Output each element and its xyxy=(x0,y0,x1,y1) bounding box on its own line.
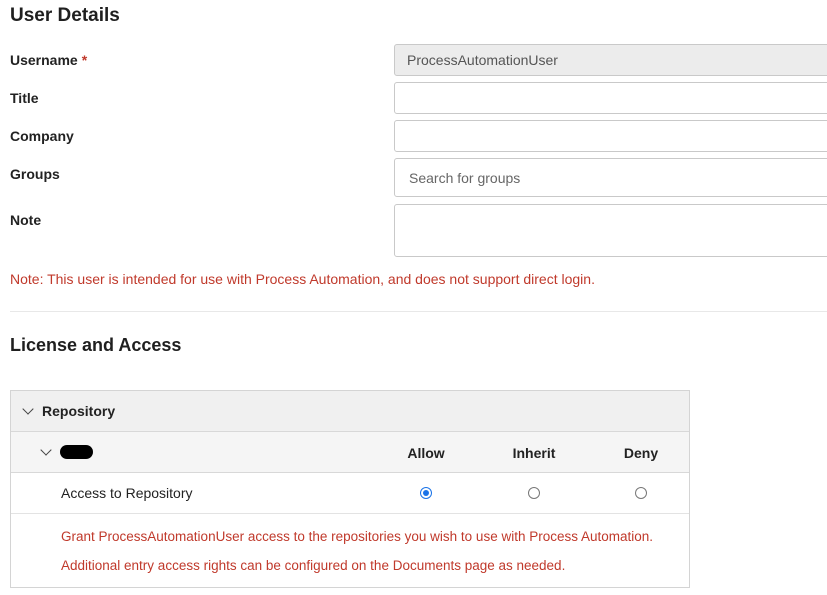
repository-subheader-row: Allow Inherit Deny xyxy=(11,432,689,473)
section-divider xyxy=(10,311,827,312)
title-field[interactable] xyxy=(394,82,827,114)
allow-radio[interactable] xyxy=(420,487,432,499)
access-info-block: Grant ProcessAutomationUser access to th… xyxy=(11,514,689,587)
column-allow: Allow xyxy=(407,445,445,461)
repository-access-panel: Repository Allow Inherit Deny Access to … xyxy=(10,390,690,588)
required-mark: * xyxy=(81,52,88,68)
username-field: ProcessAutomationUser xyxy=(394,44,827,76)
additional-rights-note: Additional entry access rights can be co… xyxy=(61,558,566,573)
deny-radio[interactable] xyxy=(635,487,647,499)
company-field[interactable] xyxy=(394,120,827,152)
repository-header-row[interactable]: Repository xyxy=(11,391,689,432)
login-warning-note: Note: This user is intended for use with… xyxy=(10,271,595,287)
license-access-heading: License and Access xyxy=(10,335,182,355)
note-label: Note xyxy=(10,212,42,228)
company-label: Company xyxy=(10,128,74,144)
groups-label: Groups xyxy=(10,166,60,182)
column-inherit: Inherit xyxy=(512,445,556,461)
redacted-repository-name xyxy=(60,445,93,459)
title-label: Title xyxy=(10,90,39,106)
note-field[interactable] xyxy=(394,204,827,257)
grant-access-note: Grant ProcessAutomationUser access to th… xyxy=(61,529,654,544)
column-deny: Deny xyxy=(623,445,659,461)
chevron-down-icon[interactable] xyxy=(40,444,52,456)
user-details-heading: User Details xyxy=(10,5,120,26)
chevron-down-icon[interactable] xyxy=(22,403,34,415)
inherit-radio[interactable] xyxy=(528,487,540,499)
access-repository-label: Access to Repository xyxy=(61,485,193,501)
access-repository-row: Access to Repository xyxy=(11,473,689,514)
username-label: Username * xyxy=(10,52,88,68)
groups-search-input[interactable] xyxy=(394,158,827,197)
repository-label: Repository xyxy=(42,403,116,419)
